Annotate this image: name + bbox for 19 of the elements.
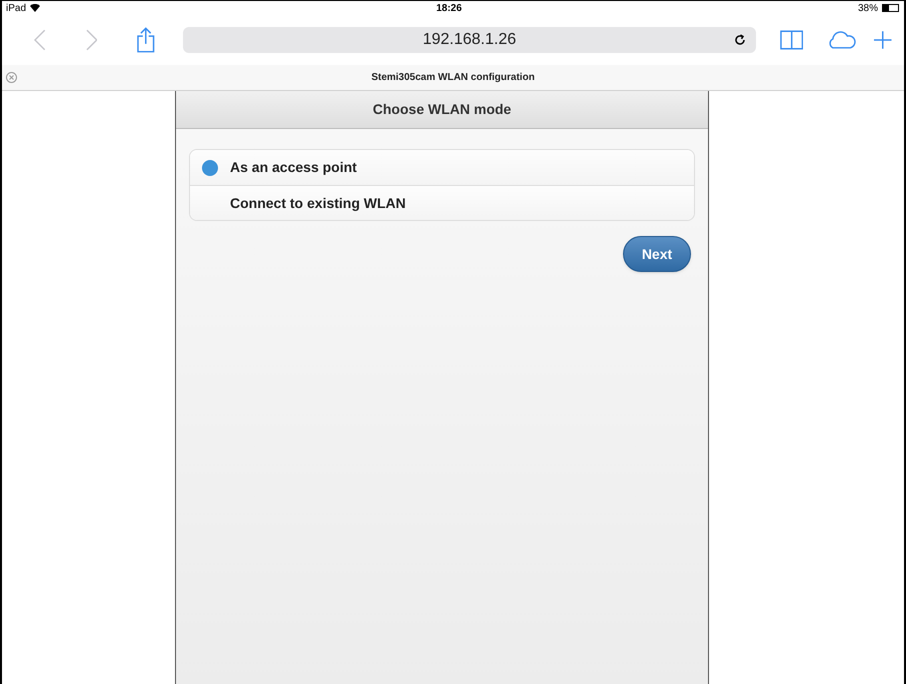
- radio-option[interactable]: As an access point: [190, 150, 694, 185]
- device-name: iPad: [6, 2, 26, 16]
- add-icon[interactable]: [872, 30, 892, 50]
- clock: 18:26: [436, 2, 462, 16]
- book-icon[interactable]: [780, 30, 804, 50]
- tab-title[interactable]: Stemi305cam WLAN configuration: [371, 70, 535, 85]
- reload-icon[interactable]: [734, 34, 746, 46]
- next-button[interactable]: Next: [623, 236, 691, 272]
- battery-percent: 38%: [858, 2, 878, 16]
- close-icon[interactable]: [6, 72, 17, 83]
- back-icon[interactable]: [34, 29, 46, 51]
- radio-option[interactable]: Connect to existing WLAN: [190, 185, 694, 220]
- forward-icon[interactable]: [86, 29, 98, 51]
- address-bar[interactable]: 192.168.1.26: [182, 27, 756, 53]
- cloud-icon[interactable]: [827, 31, 857, 49]
- share-icon[interactable]: [137, 27, 155, 53]
- wifi-icon: [30, 4, 40, 12]
- battery-icon: [882, 4, 900, 12]
- page-header: Choose WLAN mode: [372, 100, 512, 119]
